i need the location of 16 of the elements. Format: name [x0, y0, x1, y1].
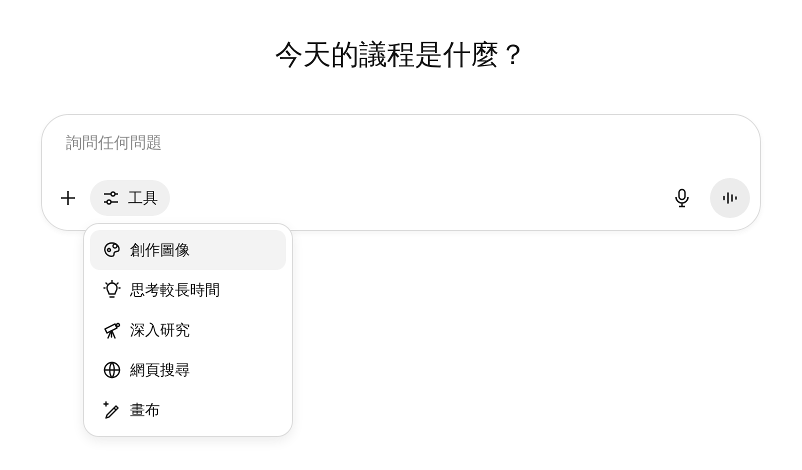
lightbulb-icon	[102, 280, 122, 300]
menu-item[interactable]: 創作圖像	[90, 230, 286, 270]
menu-item[interactable]: 網頁搜尋	[90, 350, 286, 390]
plus-icon	[59, 189, 77, 207]
menu-item[interactable]: 深入研究	[90, 310, 286, 350]
palette-icon	[102, 240, 122, 260]
voice-mode-button[interactable]	[710, 178, 750, 218]
sliders-icon	[102, 189, 120, 207]
page-heading: 今天的議程是什麼？	[275, 37, 527, 73]
tools-button[interactable]: 工具	[90, 180, 170, 216]
telescope-icon	[102, 320, 122, 340]
menu-item[interactable]: 畫布	[90, 390, 286, 430]
microphone-icon	[674, 188, 690, 208]
menu-item[interactable]: 思考較長時間	[90, 270, 286, 310]
waveform-icon	[722, 190, 738, 206]
globe-icon	[102, 360, 122, 380]
